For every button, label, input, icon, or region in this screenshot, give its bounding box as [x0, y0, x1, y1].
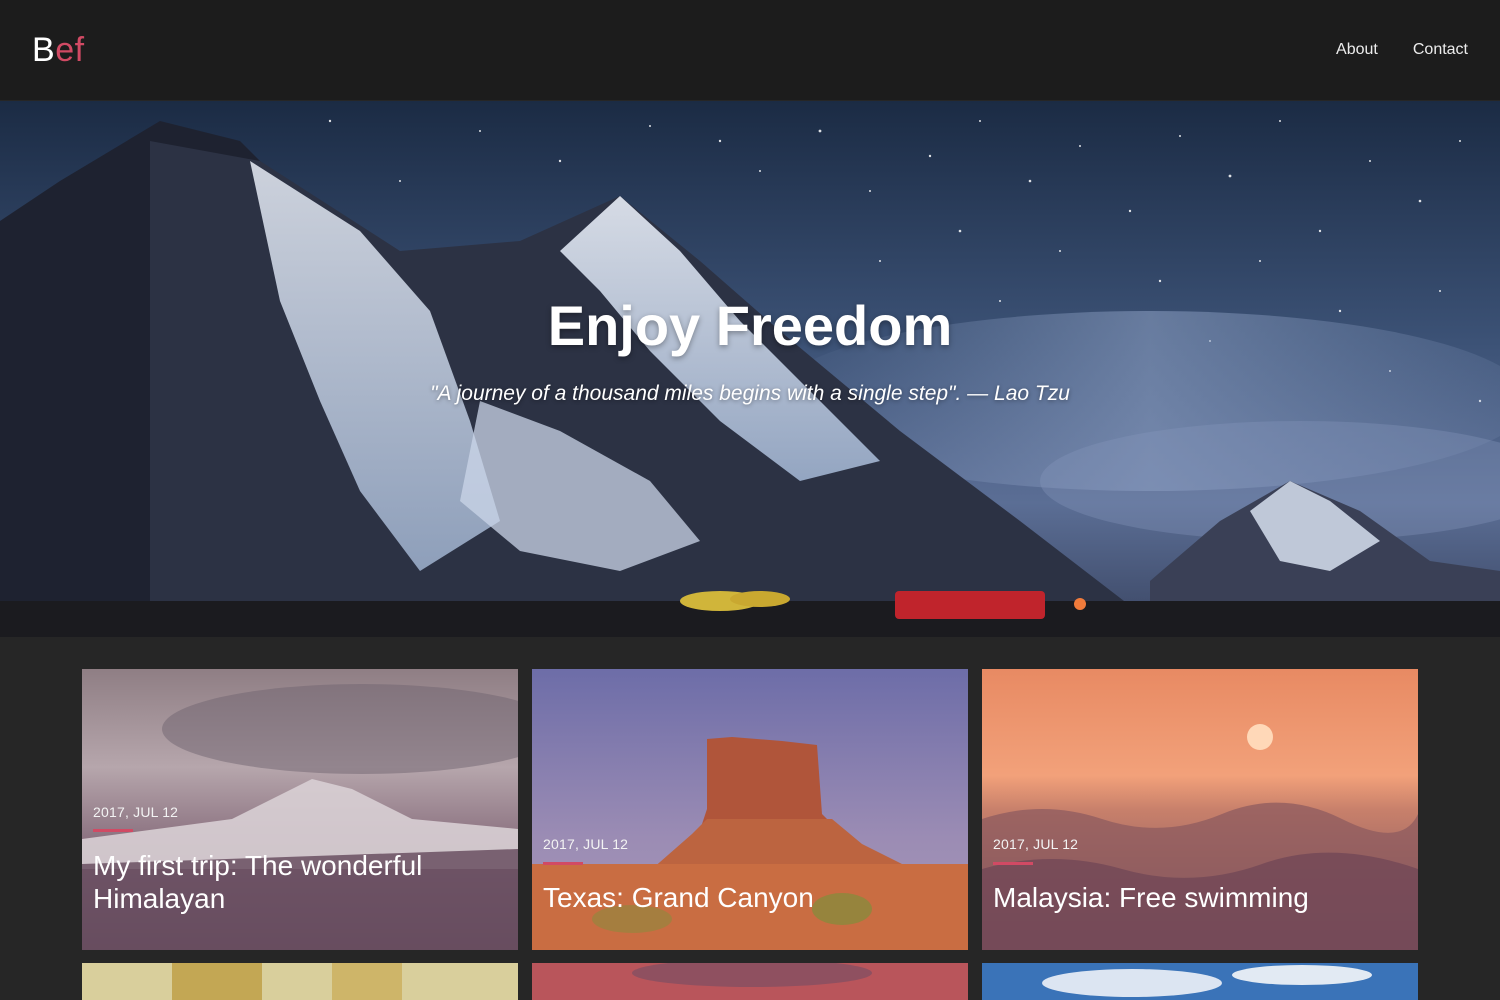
nav-link-about[interactable]: About — [1336, 38, 1378, 62]
hero-title: Enjoy Freedom — [547, 294, 953, 357]
post-title: Texas: Grand Canyon — [543, 882, 814, 913]
post-card-partial[interactable] — [82, 963, 518, 1000]
post-date-underline — [993, 862, 1033, 865]
hero-quote: "A journey of a thousand miles begins wi… — [430, 382, 1070, 405]
post-card[interactable]: 2017, JUL 12 My first trip: The wonderfu… — [82, 669, 518, 950]
logo-letter-b: B — [32, 31, 56, 69]
post-card-partial[interactable] — [532, 963, 968, 1000]
post-date-underline — [543, 862, 583, 865]
post-card[interactable]: 2017, JUL 12 Texas: Grand Canyon — [532, 669, 968, 950]
hero-banner: Enjoy Freedom "A journey of a thousand m… — [0, 101, 1500, 637]
post-image-red-sky — [532, 963, 968, 1000]
post-image-blue-sky — [982, 963, 1418, 1000]
logo-letters-ef: ef — [55, 31, 85, 69]
post-date-underline — [93, 829, 133, 832]
post-card[interactable]: 2017, JUL 12 Malaysia: Free swimming — [982, 669, 1418, 950]
post-date: 2017, JUL 12 — [93, 804, 179, 820]
nav-link-contact[interactable]: Contact — [1413, 38, 1468, 62]
post-title: Malaysia: Free swimming — [993, 882, 1309, 913]
post-date: 2017, JUL 12 — [543, 836, 629, 852]
post-date: 2017, JUL 12 — [993, 836, 1079, 852]
site-logo[interactable]: Bef — [32, 28, 85, 72]
main-nav: About Contact — [1336, 38, 1468, 62]
site-header: Bef About Contact — [0, 0, 1500, 100]
post-title: My first trip: The wonderful Himalayan — [93, 850, 423, 914]
post-card-partial[interactable] — [982, 963, 1418, 1000]
post-image-forest — [82, 963, 518, 1000]
hero-mountain-night-image — [0, 101, 1500, 637]
